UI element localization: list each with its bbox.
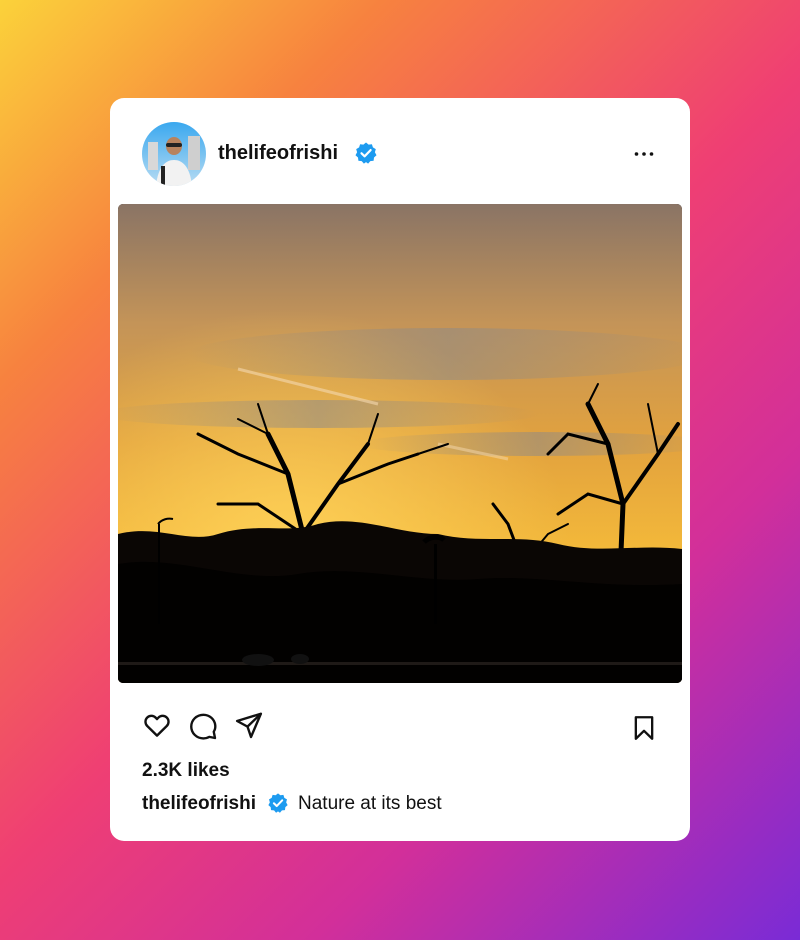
heart-icon[interactable] [142,710,172,740]
send-icon[interactable] [234,710,264,740]
caption-username[interactable]: thelifeofrishi [142,793,256,815]
sunset-photo [118,204,682,683]
post-card: thelifeofrishi 2.3K likes thelifeofrishi… [110,98,690,841]
avatar-photo [142,122,206,186]
bookmark-icon[interactable] [630,714,658,742]
avatar[interactable] [142,122,206,186]
verified-badge-icon [355,142,377,164]
verified-badge-icon [268,793,288,813]
comment-icon[interactable] [188,710,218,740]
caption-text: Nature at its best [298,793,442,814]
more-options-icon[interactable] [632,142,656,166]
post-username[interactable]: thelifeofrishi [218,142,338,165]
likes-count[interactable]: 2.3K likes [142,760,230,782]
post-image[interactable] [118,204,682,683]
